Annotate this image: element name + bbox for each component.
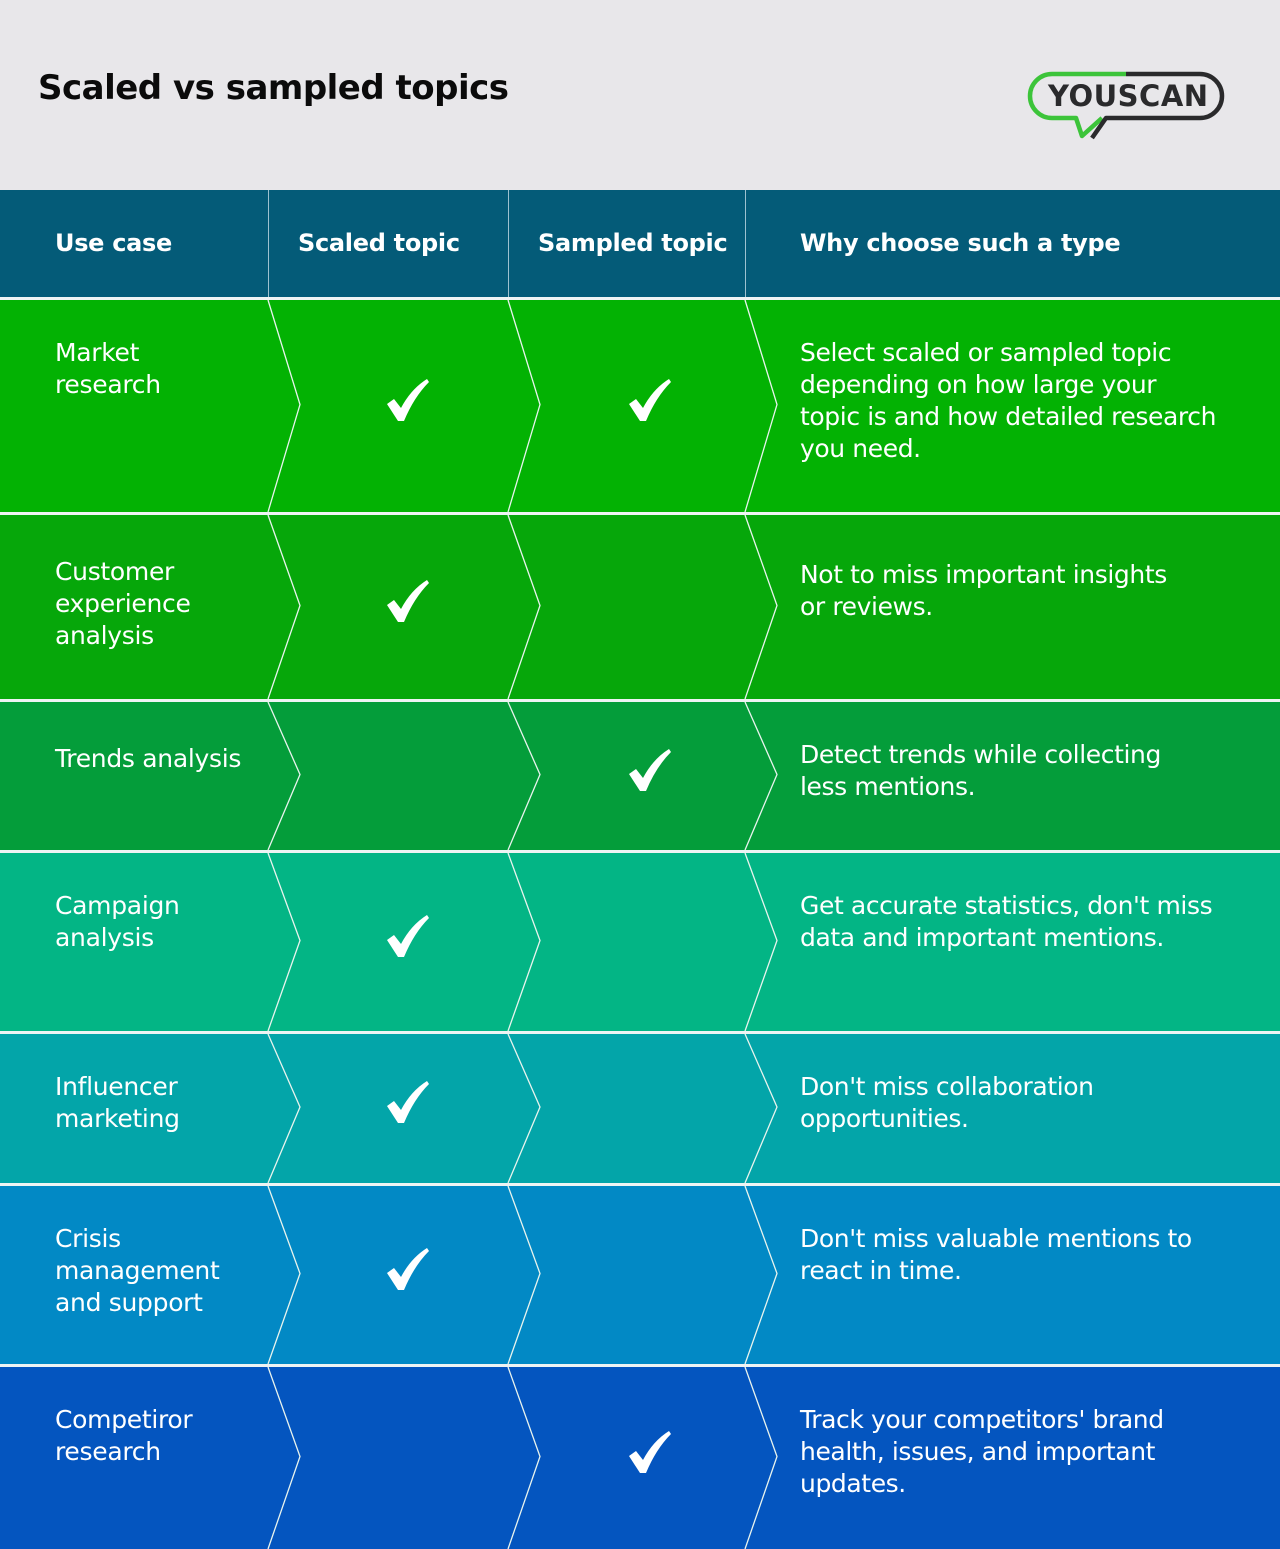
why-line: opportunities. xyxy=(800,1104,969,1133)
comparison-table: Use case Scaled topic Sampled topic Why … xyxy=(0,190,1280,1549)
chevron-divider xyxy=(744,852,778,1031)
chevron-divider xyxy=(744,299,778,512)
chevron-divider xyxy=(267,299,301,512)
chevron-divider xyxy=(507,1185,541,1364)
check-icon xyxy=(383,913,431,961)
why-line: Don't miss collaboration xyxy=(800,1072,1094,1101)
table-header: Use case Scaled topic Sampled topic Why … xyxy=(0,190,1280,297)
use-case-line: marketing xyxy=(55,1104,180,1133)
chevron-divider xyxy=(267,514,301,699)
logo-text: YOUSCAN xyxy=(1048,79,1209,113)
why-cell: Detect trends while collecting less menti… xyxy=(800,739,1250,803)
chevron-divider xyxy=(267,852,301,1031)
column-divider xyxy=(745,190,746,297)
chevron-divider xyxy=(744,1366,778,1549)
why-cell: Track your competitors' brand health, iss… xyxy=(800,1404,1250,1500)
column-header-scaled-topic: Scaled topic xyxy=(298,229,460,257)
chevron-divider xyxy=(507,514,541,699)
chevron-divider xyxy=(507,852,541,1031)
use-case-line: analysis xyxy=(55,621,154,650)
header: Scaled vs sampled topics YOUSCAN xyxy=(0,0,1280,190)
table-row: Trends analysis Detect trends while colle… xyxy=(0,699,1280,850)
chevron-divider xyxy=(267,1366,301,1549)
youscan-logo: YOUSCAN xyxy=(1026,70,1226,144)
use-case-line: Market xyxy=(55,338,140,367)
why-line: Select scaled or sampled topic xyxy=(800,338,1172,367)
why-cell: Don't miss valuable mentions to react in … xyxy=(800,1223,1250,1287)
table-row: Competiror research Track your competitors… xyxy=(0,1364,1280,1549)
use-case-line: analysis xyxy=(55,923,154,952)
table-row: Campaign analysis Get accurate statistics,… xyxy=(0,850,1280,1031)
use-case-line: Competiror xyxy=(55,1405,193,1434)
column-header-use-case: Use case xyxy=(55,229,172,257)
why-line: Detect trends while collecting xyxy=(800,740,1161,769)
why-line: Not to miss important insights xyxy=(800,560,1167,589)
column-divider xyxy=(268,190,269,297)
chevron-divider xyxy=(507,1366,541,1549)
page-title: Scaled vs sampled topics xyxy=(38,68,509,108)
use-case-cell: Influencer marketing xyxy=(55,1071,265,1135)
table-row: Market research Select scaled or sampled t… xyxy=(0,297,1280,512)
use-case-line: experience xyxy=(55,589,191,618)
chevron-divider xyxy=(744,514,778,699)
use-case-line: Campaign xyxy=(55,891,180,920)
check-icon xyxy=(625,747,673,795)
check-icon xyxy=(625,377,673,425)
why-cell: Don't miss collaboration opportunities. xyxy=(800,1071,1250,1135)
table-row: Crisis management and support Don't miss va… xyxy=(0,1183,1280,1364)
table-row: Customer experience analysis Not to miss im… xyxy=(0,512,1280,699)
why-line: or reviews. xyxy=(800,592,933,621)
use-case-cell: Customer experience analysis xyxy=(55,556,265,652)
chevron-divider xyxy=(744,1033,778,1183)
column-header-sampled-topic: Sampled topic xyxy=(538,229,728,257)
use-case-line: Customer xyxy=(55,557,175,586)
why-cell: Get accurate statistics, don't miss data … xyxy=(800,890,1250,954)
why-line: less mentions. xyxy=(800,772,976,801)
use-case-cell: Campaign analysis xyxy=(55,890,265,954)
why-line: depending on how large your xyxy=(800,370,1157,399)
chevron-divider xyxy=(267,1185,301,1364)
chevron-divider xyxy=(267,701,301,850)
chevron-divider xyxy=(744,701,778,850)
why-line: you need. xyxy=(800,434,921,463)
use-case-cell: Crisis management and support xyxy=(55,1223,265,1319)
check-icon xyxy=(383,377,431,425)
why-line: topic is and how detailed research xyxy=(800,402,1217,431)
use-case-cell: Competiror research xyxy=(55,1404,265,1468)
why-line: data and important mentions. xyxy=(800,923,1164,952)
use-case-line: Trends analysis xyxy=(55,744,242,773)
use-case-cell: Market research xyxy=(55,337,265,401)
chevron-divider xyxy=(507,299,541,512)
chevron-divider xyxy=(507,1033,541,1183)
use-case-cell: Trends analysis xyxy=(55,743,265,775)
check-icon xyxy=(383,1079,431,1127)
column-divider xyxy=(508,190,509,297)
chevron-divider xyxy=(744,1185,778,1364)
use-case-line: research xyxy=(55,1437,161,1466)
why-line: react in time. xyxy=(800,1256,962,1285)
check-icon xyxy=(625,1429,673,1477)
why-cell: Not to miss important insights or reviews… xyxy=(800,559,1250,623)
table-row: Influencer marketing Don't miss collaborat… xyxy=(0,1031,1280,1183)
chevron-divider xyxy=(507,701,541,850)
why-line: health, issues, and important xyxy=(800,1437,1156,1466)
why-line: Don't miss valuable mentions to xyxy=(800,1224,1192,1253)
use-case-line: and support xyxy=(55,1288,203,1317)
use-case-line: research xyxy=(55,370,161,399)
why-line: Get accurate statistics, don't miss xyxy=(800,891,1213,920)
use-case-line: Influencer xyxy=(55,1072,178,1101)
check-icon xyxy=(383,578,431,626)
use-case-line: Crisis xyxy=(55,1224,121,1253)
check-icon xyxy=(383,1246,431,1294)
why-line: updates. xyxy=(800,1469,906,1498)
use-case-line: management xyxy=(55,1256,220,1285)
chevron-divider xyxy=(267,1033,301,1183)
why-cell: Select scaled or sampled topic depending … xyxy=(800,337,1250,465)
column-header-why: Why choose such a type xyxy=(800,229,1121,257)
why-line: Track your competitors' brand xyxy=(800,1405,1164,1434)
